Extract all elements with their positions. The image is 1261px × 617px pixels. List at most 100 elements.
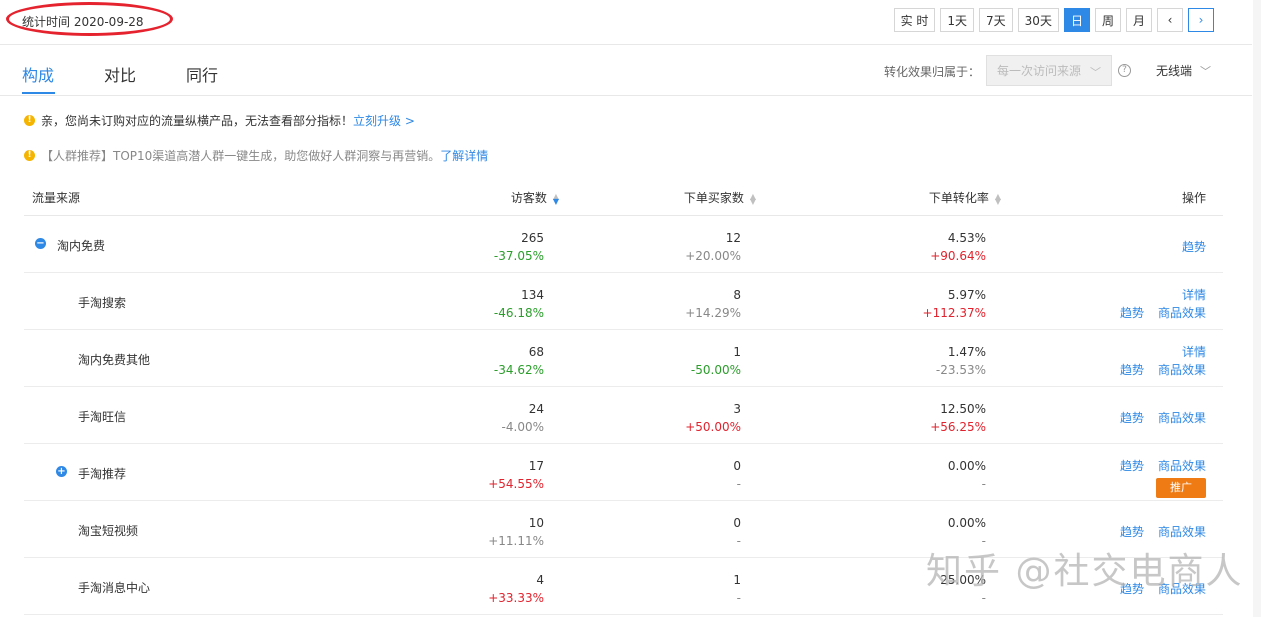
header-ops: 操作: [1181, 191, 1206, 205]
header-buyers-label: 下单买家数: [683, 191, 744, 205]
visitors-change: +33.33%: [488, 591, 544, 605]
tab-underline: [22, 92, 55, 94]
crowd-detail-link[interactable]: 了解详情: [440, 147, 488, 164]
tab-compare[interactable]: 对比: [104, 62, 136, 86]
top-bar: 统计时间 2020-09-28 实 时 1天 7天 30天 日 周 月 ‹ ›: [0, 0, 1252, 45]
range-realtime-button[interactable]: 实 时: [893, 8, 936, 32]
visitors-change: +54.55%: [488, 477, 544, 491]
visitors-value: 134: [521, 288, 544, 302]
visitors-change: -4.00%: [501, 420, 544, 434]
range-30day-button[interactable]: 30天: [1017, 8, 1059, 32]
buyers-cell: 8 +14.29%: [685, 286, 741, 322]
header-rate[interactable]: 下单转化率 ▲ ▼: [929, 189, 1001, 206]
range-week-button[interactable]: 周: [1094, 8, 1121, 32]
collapse-icon[interactable]: −: [35, 238, 46, 249]
source-name: 淘宝短视频: [78, 524, 139, 538]
rate-value: 5.97%: [947, 288, 986, 302]
ops-cell: 趋势 商品效果推广: [1106, 457, 1206, 498]
source-name: 淘内免费: [57, 239, 106, 253]
product-effect-link[interactable]: 商品效果: [1158, 363, 1206, 377]
visitors-change: -34.62%: [493, 363, 544, 377]
sort-icon: ▲ ▼: [749, 191, 756, 206]
chevron-down-icon: ﹀: [1090, 66, 1101, 79]
source-name: 手淘旺信: [78, 410, 127, 424]
tab-composition[interactable]: 构成: [22, 62, 54, 86]
range-month-button[interactable]: 月: [1125, 8, 1152, 32]
source-name: 手淘搜索: [78, 296, 127, 310]
product-effect-link[interactable]: 商品效果: [1158, 459, 1206, 473]
rate-value: 12.50%: [940, 402, 986, 416]
crowd-notice-text: 【人群推荐】TOP10渠道高潜人群一键生成，助您做好人群洞察与再营销。: [41, 149, 441, 163]
range-1day-button[interactable]: 1天: [940, 8, 975, 32]
trend-link[interactable]: 趋势: [1120, 411, 1144, 425]
rate-change: -23.53%: [935, 363, 986, 377]
rate-cell: 5.97% +112.37%: [923, 286, 986, 322]
visitors-change: -37.05%: [493, 249, 544, 263]
table-header: 流量来源 访客数 ▲ ▼ 下单买家数 ▲ ▼ 下单转化率 ▲ ▼ 操作: [24, 178, 1223, 216]
trend-link[interactable]: 趋势: [1120, 525, 1144, 539]
scrollbar[interactable]: [1253, 0, 1261, 617]
rate-change: -: [981, 477, 986, 491]
rate-value: 4.53%: [947, 231, 986, 245]
range-7day-button[interactable]: 7天: [979, 8, 1013, 32]
header-buyers[interactable]: 下单买家数 ▲ ▼: [684, 189, 756, 206]
expand-icon[interactable]: +: [56, 466, 67, 477]
visitors-value: 4: [536, 573, 544, 587]
buyers-change: +50.00%: [685, 420, 741, 434]
sort-icon: ▲ ▼: [994, 191, 1001, 206]
rate-change: +90.64%: [930, 249, 986, 263]
trend-link[interactable]: 趋势: [1120, 459, 1144, 473]
visitors-value: 10: [528, 516, 544, 530]
product-effect-link[interactable]: 商品效果: [1158, 411, 1206, 425]
product-effect-link[interactable]: 商品效果: [1158, 306, 1206, 320]
device-select[interactable]: 无线端 ﹀: [1156, 62, 1211, 79]
source-name: 手淘消息中心: [78, 581, 151, 595]
detail-link[interactable]: 详情: [1182, 345, 1206, 359]
date-range-group: 实 时 1天 7天 30天 日 周 月 ‹ ›: [893, 8, 1214, 32]
rate-cell: 12.50% +56.25%: [930, 400, 986, 436]
sort-icon: ▲ ▼: [552, 191, 559, 206]
buyers-cell: 1 -50.00%: [691, 343, 741, 379]
visitors-cell: 10 +11.11%: [488, 514, 544, 550]
buyers-value: 0: [733, 459, 741, 473]
trend-link[interactable]: 趋势: [1120, 363, 1144, 377]
visitors-cell: 68 -34.62%: [494, 343, 544, 379]
product-effect-link[interactable]: 商品效果: [1158, 525, 1206, 539]
buyers-value: 3: [733, 402, 741, 416]
next-icon[interactable]: ›: [1188, 8, 1214, 32]
visitors-value: 24: [528, 402, 544, 416]
buyers-cell: 0-: [733, 457, 741, 493]
rate-cell: 0.00% -: [948, 457, 986, 493]
detail-link[interactable]: 详情: [1182, 288, 1206, 302]
rate-value: 0.00%: [947, 459, 986, 473]
visitors-value: 17: [528, 459, 544, 473]
tab-peers[interactable]: 同行: [186, 62, 218, 86]
rate-change: +112.37%: [922, 306, 986, 320]
range-day-button[interactable]: 日: [1063, 8, 1090, 32]
attribution-select[interactable]: 每一次访问来源 ﹀: [986, 55, 1112, 86]
buyers-value: 12: [725, 231, 741, 245]
visitors-cell: 134 -46.18%: [494, 286, 544, 322]
buyers-change: +14.29%: [685, 306, 741, 320]
visitors-cell: 24 -4.00%: [502, 400, 544, 436]
help-icon[interactable]: ?: [1118, 64, 1131, 77]
header-visitors[interactable]: 访客数 ▲ ▼: [511, 189, 559, 206]
buyers-value: 0: [733, 516, 741, 530]
buyers-value: 8: [733, 288, 741, 302]
ops-cell: 趋势 商品效果: [1106, 514, 1206, 541]
visitors-cell: 17 +54.55%: [488, 457, 544, 493]
attribution-value: 每一次访问来源: [997, 64, 1082, 78]
header-rate-label: 下单转化率: [928, 191, 989, 205]
visitors-change: +11.11%: [488, 534, 544, 548]
upgrade-link[interactable]: 立刻升级 >: [353, 112, 415, 129]
promote-button[interactable]: 推广: [1156, 478, 1206, 498]
tab-bar: 构成 对比 同行 转化效果归属于： 每一次访问来源 ﹀ ? 无线端 ﹀: [0, 45, 1252, 96]
table-row: + 手淘推荐 17 +54.55% 0-0.00% - 趋势 商品效果 推广: [24, 444, 1223, 501]
ops-cell: 趋势: [1168, 229, 1206, 256]
trend-link[interactable]: 趋势: [1182, 240, 1206, 254]
watermark: 知乎 @社交电商人: [926, 551, 1244, 592]
prev-icon[interactable]: ‹: [1157, 8, 1183, 32]
chevron-down-icon: ﹀: [1200, 65, 1212, 78]
trend-link[interactable]: 趋势: [1120, 306, 1144, 320]
buyers-value: 1: [733, 345, 741, 359]
